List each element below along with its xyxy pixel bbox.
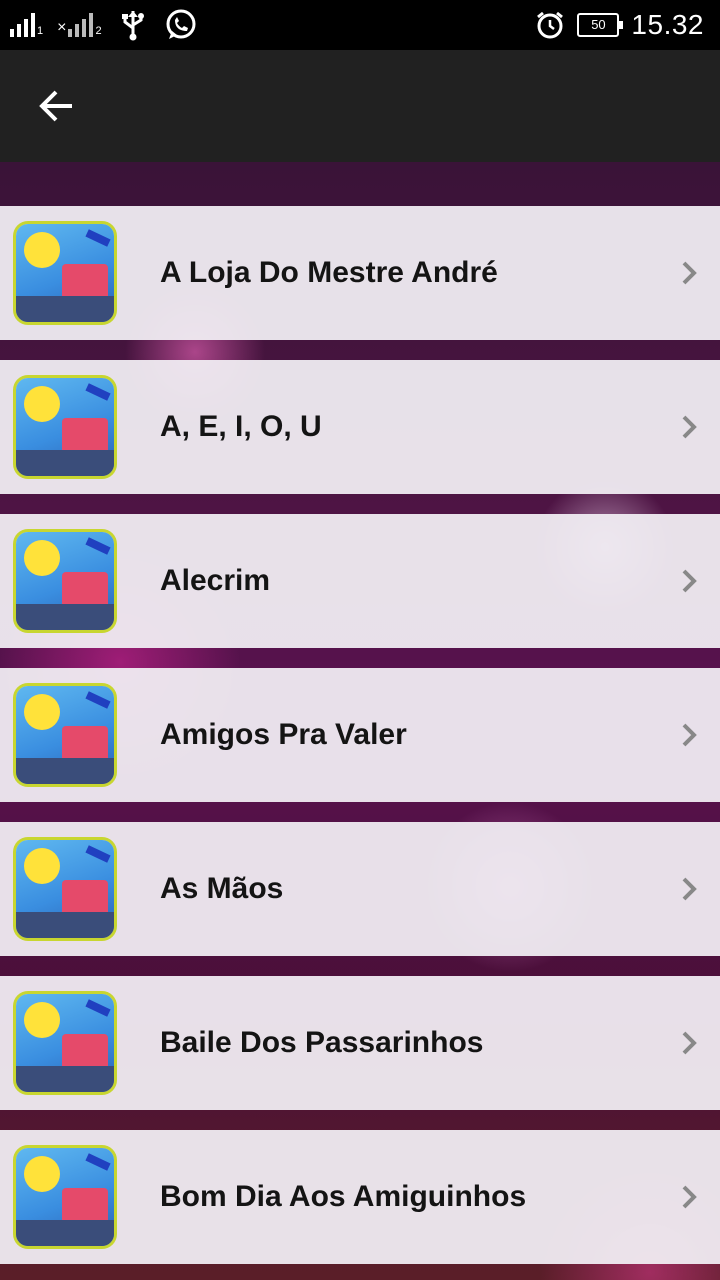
list-item[interactable]: A Loja Do Mestre André (0, 206, 720, 340)
song-thumbnail (16, 686, 114, 784)
signal-bars-icon (68, 13, 94, 37)
song-title: As Mãos (160, 872, 284, 905)
song-thumbnail (16, 378, 114, 476)
sim1-label: 1 (37, 25, 44, 37)
song-title: Baile Dos Passarinhos (160, 1026, 484, 1059)
arrow-left-icon[interactable] (34, 84, 78, 128)
song-thumbnail (16, 224, 114, 322)
list-item[interactable]: Alecrim (0, 514, 720, 648)
status-bar: 1 × 2 50 15.32 (0, 0, 720, 50)
song-thumbnail (16, 532, 114, 630)
list-item[interactable]: A, E, I, O, U (0, 360, 720, 494)
chevron-right-icon (682, 261, 697, 285)
song-title: Bom Dia Aos Amiguinhos (160, 1180, 527, 1213)
song-title: Alecrim (160, 564, 271, 597)
chevron-right-icon (682, 723, 697, 747)
song-thumbnail (16, 1148, 114, 1246)
chevron-right-icon (682, 877, 697, 901)
signal-bars-icon (10, 13, 35, 37)
whatsapp-icon (166, 9, 196, 39)
usb-icon (121, 11, 144, 41)
list-item[interactable]: Bom Dia Aos Amiguinhos (0, 1130, 720, 1264)
song-thumbnail (16, 840, 114, 938)
alarm-clock-icon (537, 11, 564, 39)
chevron-right-icon (682, 1185, 697, 1209)
no-signal-mark: × (57, 19, 67, 36)
song-title: A, E, I, O, U (160, 410, 322, 443)
battery-icon: 50 (577, 13, 624, 37)
app-bar (0, 50, 720, 162)
signal-sim2: × 2 (57, 13, 102, 37)
chevron-right-icon (682, 415, 697, 439)
list-item[interactable]: Baile Dos Passarinhos (0, 976, 720, 1110)
song-title: Amigos Pra Valer (160, 718, 407, 751)
chevron-right-icon (682, 569, 697, 593)
song-title: A Loja Do Mestre André (160, 256, 498, 289)
sim2-label: 2 (95, 25, 102, 37)
list-item[interactable]: As Mãos (0, 822, 720, 956)
status-time: 15.32 (631, 9, 704, 40)
list-item[interactable]: Amigos Pra Valer (0, 668, 720, 802)
chevron-right-icon (682, 1031, 697, 1055)
signal-sim1: 1 (10, 13, 43, 37)
battery-level: 50 (591, 17, 606, 32)
song-thumbnail (16, 994, 114, 1092)
